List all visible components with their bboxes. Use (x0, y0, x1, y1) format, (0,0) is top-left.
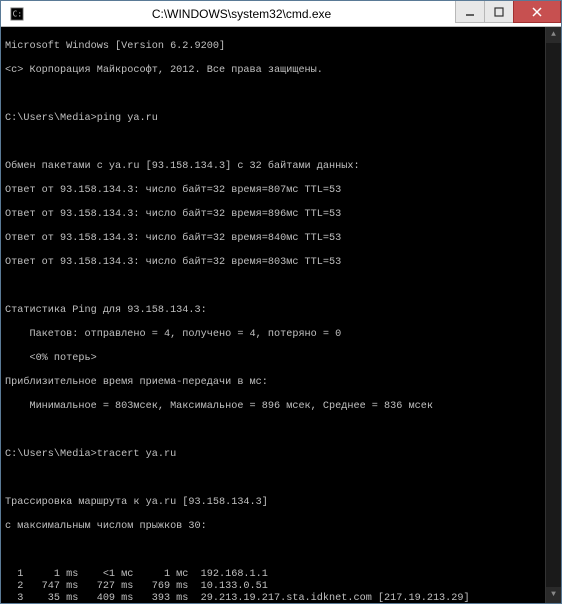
svg-text:C:: C: (13, 9, 22, 18)
minimize-button[interactable] (455, 1, 485, 23)
cmd-window: C: C:\WINDOWS\system32\cmd.exe Microsoft… (0, 0, 562, 604)
scroll-track[interactable] (546, 43, 561, 587)
maximize-button[interactable] (484, 1, 514, 23)
prompt-command: ping ya.ru (97, 113, 158, 125)
titlebar[interactable]: C: C:\WINDOWS\system32\cmd.exe (1, 1, 561, 27)
tracert-hop: 1 1 ms <1 мс 1 мс 192.168.1.1 (5, 569, 557, 581)
tracert-hop: 3 35 ms 409 ms 393 ms 29.213.19.217.sta.… (5, 593, 557, 603)
scroll-up-button[interactable]: ▲ (546, 27, 561, 43)
ping-reply: Ответ от 93.158.134.3: число байт=32 вре… (5, 209, 557, 221)
scroll-down-button[interactable]: ▼ (546, 587, 561, 603)
ping-packets: Пакетов: отправлено = 4, получено = 4, п… (5, 329, 557, 341)
prompt-line: C:\Users\Media>tracert ya.ru (5, 449, 557, 461)
tracert-hops: 1 1 ms <1 мс 1 мс 192.168.1.1 2 747 ms 7… (5, 569, 557, 603)
tracert-header: с максимальным числом прыжков 30: (5, 521, 557, 533)
ping-minmax: Минимальное = 803мсек, Максимальное = 89… (5, 401, 557, 413)
ping-approx: Приблизительное время приема-передачи в … (5, 377, 557, 389)
prompt-path: C:\Users\Media> (5, 113, 97, 125)
header-line: <c> Корпорация Майкрософт, 2012. Все пра… (5, 65, 557, 77)
prompt-command: tracert ya.ru (97, 449, 176, 461)
scrollbar[interactable]: ▲ ▼ (545, 27, 561, 603)
header-line: Microsoft Windows [Version 6.2.9200] (5, 41, 557, 53)
ping-header: Обмен пакетами с ya.ru [93.158.134.3] с … (5, 161, 557, 173)
window-controls (456, 1, 561, 26)
ping-reply: Ответ от 93.158.134.3: число байт=32 вре… (5, 233, 557, 245)
tracert-hop: 2 747 ms 727 ms 769 ms 10.133.0.51 (5, 581, 557, 593)
prompt-path: C:\Users\Media> (5, 449, 97, 461)
window-title: C:\WINDOWS\system32\cmd.exe (27, 7, 456, 21)
terminal-output[interactable]: Microsoft Windows [Version 6.2.9200] <c>… (1, 27, 561, 603)
tracert-header: Трассировка маршрута к ya.ru [93.158.134… (5, 497, 557, 509)
prompt-line: C:\Users\Media>ping ya.ru (5, 113, 557, 125)
ping-loss: <0% потерь> (5, 353, 557, 365)
ping-reply: Ответ от 93.158.134.3: число байт=32 вре… (5, 257, 557, 269)
cmd-icon: C: (7, 4, 27, 24)
ping-reply: Ответ от 93.158.134.3: число байт=32 вре… (5, 185, 557, 197)
ping-stats: Статистика Ping для 93.158.134.3: (5, 305, 557, 317)
close-button[interactable] (513, 1, 561, 23)
